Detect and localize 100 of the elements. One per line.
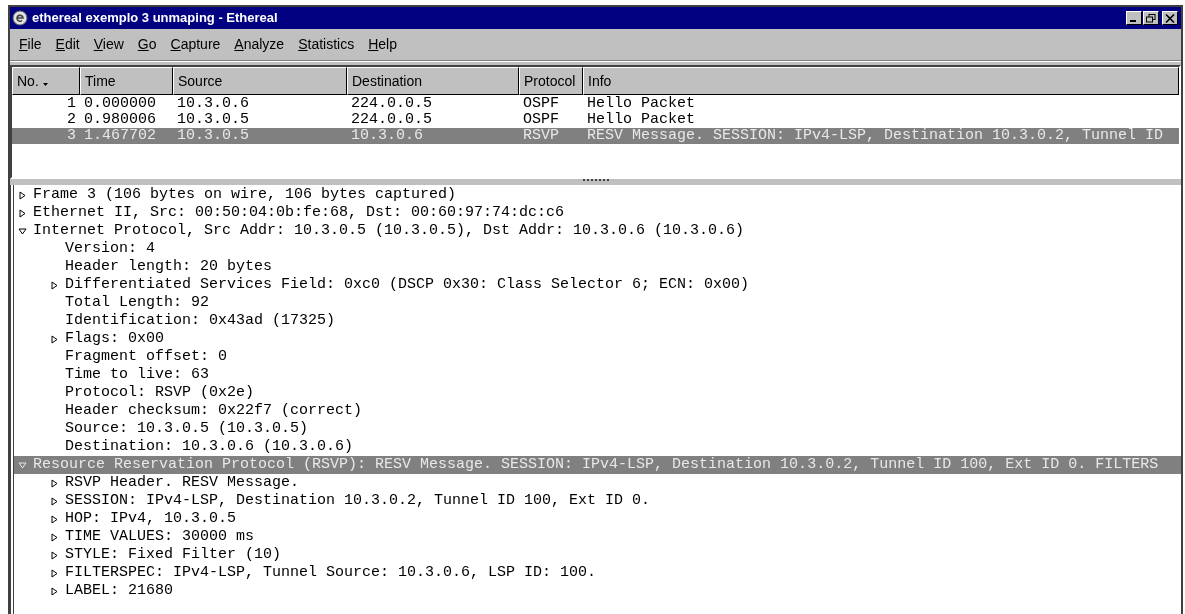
close-icon xyxy=(1165,13,1175,23)
tree-text: SESSION: IPv4-LSP, Destination 10.3.0.2, Tunnel ID 100, Ext ID 0. xyxy=(65,490,651,511)
restore-button[interactable] xyxy=(1143,11,1159,25)
column-label: Time xyxy=(85,71,116,91)
expand-icon[interactable] xyxy=(50,586,59,596)
tree-row[interactable]: STYLE: Fixed Filter (10) xyxy=(14,546,1181,564)
packet-row[interactable]: 2 0.980006 10.3.0.5 224.0.0.5 OSPF Hello Packet xyxy=(12,112,1179,128)
tree-text: Differentiated Services Field: 0xc0 (DSCP 0x30: Class Selector 6; ECN: 0x00) xyxy=(65,274,750,295)
tree-row[interactable]: RSVP Header. RESV Message. xyxy=(14,474,1181,492)
column-header[interactable]: Destination xyxy=(347,67,519,95)
menu-item[interactable]: Edit xyxy=(50,34,85,55)
tree-row[interactable]: Time to live: 63 xyxy=(14,366,1181,384)
tree-row[interactable]: SESSION: IPv4-LSP, Destination 10.3.0.2, Tunnel ID 100, Ext ID 0. xyxy=(14,492,1181,510)
table-cell-text: 10.3.0.5 xyxy=(176,112,250,128)
tree-text: TIME VALUES: 30000 ms xyxy=(65,526,255,547)
collapse-icon[interactable] xyxy=(18,226,27,236)
menu-item[interactable]: View xyxy=(88,34,129,55)
expand-icon[interactable] xyxy=(50,496,59,506)
tree-row[interactable]: Ethernet II, Src: 00:50:04:0b:fe:68, Dst: 00:60:97:74:dc:c6 xyxy=(14,204,1181,222)
tree-text: Internet Protocol, Src Addr: 10.3.0.5 (10.3.0.5), Dst Addr: 10.3.0.6 (10.3.0.6) xyxy=(33,220,745,241)
menu-item[interactable]: File xyxy=(14,34,47,55)
tree-text: STYLE: Fixed Filter (10) xyxy=(65,544,282,565)
table-cell-text: OSPF xyxy=(522,96,560,112)
menu-item[interactable]: Go xyxy=(132,34,162,55)
column-label: Source xyxy=(178,71,223,91)
column-label: No. xyxy=(17,71,39,91)
tree-text: Header length: 20 bytes xyxy=(65,256,273,277)
table-cell-text: 10.3.0.6 xyxy=(350,128,424,144)
table-cell-text: 3 xyxy=(66,128,77,144)
tree-row[interactable]: TIME VALUES: 30000 ms xyxy=(14,528,1181,546)
tree-row[interactable]: Version: 4 xyxy=(14,240,1181,258)
table-cell-text: OSPF xyxy=(522,112,560,128)
tree-row[interactable]: Identification: 0x43ad (17325) xyxy=(14,312,1181,330)
tree-text: Total Length: 92 xyxy=(65,292,210,313)
menu-item[interactable]: Statistics xyxy=(293,34,360,55)
minimize-button[interactable] xyxy=(1126,11,1142,25)
tree-text: Header checksum: 0x22f7 (correct) xyxy=(65,400,363,421)
menu-item[interactable]: Analyze xyxy=(229,34,290,55)
column-header[interactable]: Source xyxy=(173,67,347,95)
menu-item[interactable]: Capture xyxy=(165,34,226,55)
column-header[interactable]: Info xyxy=(583,67,1179,95)
column-label: Info xyxy=(588,71,612,91)
column-header[interactable]: Time xyxy=(80,67,173,95)
close-button[interactable] xyxy=(1162,11,1178,25)
table-cell-text: RESV Message. SESSION: IPv4-LSP, Destination 10.3.0.2, Tunnel ID xyxy=(586,128,1165,144)
expand-icon[interactable] xyxy=(50,280,59,290)
table-cell-text: 1 xyxy=(66,96,77,112)
tree-row[interactable]: Header length: 20 bytes xyxy=(14,258,1181,276)
tree-text: Destination: 10.3.0.6 (10.3.0.6) xyxy=(65,436,354,457)
minimize-icon xyxy=(1129,20,1136,22)
expand-icon[interactable] xyxy=(50,514,59,524)
expand-icon[interactable] xyxy=(50,334,59,344)
table-cell-text: RSVP xyxy=(522,128,560,144)
expand-icon[interactable] xyxy=(50,550,59,560)
tree-row[interactable]: Total Length: 92 xyxy=(14,294,1181,312)
column-label: Destination xyxy=(352,71,423,91)
tree-row[interactable]: Frame 3 (106 bytes on wire, 106 bytes captured) xyxy=(14,186,1181,204)
packet-row[interactable]: 1 0.000000 10.3.0.6 224.0.0.5 OSPF Hello Packet xyxy=(12,96,1179,112)
tree-text: Fragment offset: 0 xyxy=(65,346,228,367)
table-cell-text: 224.0.0.5 xyxy=(350,96,433,112)
tree-row[interactable]: LABEL: 21680 xyxy=(14,582,1181,600)
tree-text: Time to live: 63 xyxy=(65,364,210,385)
tree-row[interactable]: HOP: IPv4, 10.3.0.5 xyxy=(14,510,1181,528)
table-cell-text: 1.467702 xyxy=(83,128,157,144)
table-cell-text: 0.980006 xyxy=(83,112,157,128)
tree-row[interactable]: Fragment offset: 0 xyxy=(14,348,1181,366)
tree-row[interactable]: Flags: 0x00 xyxy=(14,330,1181,348)
tree-text: Protocol: RSVP (0x2e) xyxy=(65,382,255,403)
expand-icon[interactable] xyxy=(50,532,59,542)
table-cell-text: 10.3.0.6 xyxy=(176,96,250,112)
column-header[interactable]: Protocol xyxy=(519,67,583,95)
app-logo-icon xyxy=(12,10,28,26)
expand-icon[interactable] xyxy=(18,208,27,218)
tree-text: Resource Reservation Protocol (RSVP): RESV Message. SESSION: IPv4-LSP, Destination 10.3.0.2, Tunnel ID 100, Ext ID 0. FILTERS xyxy=(33,454,1159,475)
tree-row[interactable]: Differentiated Services Field: 0xc0 (DSCP 0x30: Class Selector 6; ECN: 0x00) xyxy=(14,276,1181,294)
tree-text: RSVP Header. RESV Message. xyxy=(65,472,300,493)
tree-row[interactable]: Internet Protocol, Src Addr: 10.3.0.5 (10.3.0.5), Dst Addr: 10.3.0.6 (10.3.0.6) xyxy=(14,222,1181,240)
table-cell-text: 10.3.0.5 xyxy=(176,128,250,144)
expand-icon[interactable] xyxy=(50,478,59,488)
menu-item[interactable]: Help xyxy=(363,34,402,55)
table-cell-text: 0.000000 xyxy=(83,96,157,112)
tree-text: FILTERSPEC: IPv4-LSP, Tunnel Source: 10.3.0.6, LSP ID: 100. xyxy=(65,562,597,583)
tree-text: Frame 3 (106 bytes on wire, 106 bytes captured) xyxy=(33,185,457,205)
tree-text: HOP: IPv4, 10.3.0.5 xyxy=(65,508,237,529)
tree-row[interactable]: Header checksum: 0x22f7 (correct) xyxy=(14,402,1181,420)
window-title: ethereal exemplo 3 unmaping - Ethereal xyxy=(32,9,279,28)
expand-icon[interactable] xyxy=(50,568,59,578)
column-header[interactable]: No. xyxy=(12,67,80,95)
table-cell-text: 2 xyxy=(66,112,77,128)
tree-text: Source: 10.3.0.5 (10.3.0.5) xyxy=(65,418,309,439)
sort-icon xyxy=(42,81,48,87)
tree-row[interactable]: Protocol: RSVP (0x2e) xyxy=(14,384,1181,402)
tree-row[interactable]: FILTERSPEC: IPv4-LSP, Tunnel Source: 10.3.0.6, LSP ID: 100. xyxy=(14,564,1181,582)
tree-text: Flags: 0x00 xyxy=(65,328,165,349)
restore-icon xyxy=(1146,13,1156,23)
tree-row[interactable]: Source: 10.3.0.5 (10.3.0.5) xyxy=(14,420,1181,438)
expand-icon[interactable] xyxy=(18,190,27,200)
table-cell-text: Hello Packet xyxy=(586,96,697,112)
column-label: Protocol xyxy=(524,71,576,91)
tree-row[interactable]: Destination: 10.3.0.6 (10.3.0.6) xyxy=(14,438,1181,456)
